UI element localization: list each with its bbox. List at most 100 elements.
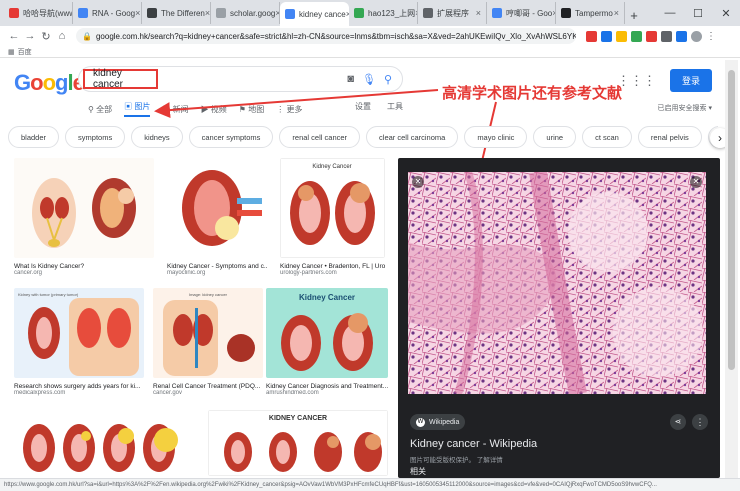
related-chip[interactable]: renal pelvis <box>637 126 702 148</box>
browser-tab[interactable]: 扩展程序 × <box>418 2 487 24</box>
related-chip[interactable]: symptoms <box>65 126 126 148</box>
settings-link[interactable]: 设置 <box>355 101 371 112</box>
tab-images[interactable]: ▣ 图片 <box>124 101 151 117</box>
camera-icon[interactable]: ◙ <box>347 73 354 85</box>
preview-source-badge[interactable]: W Wikipedia <box>410 414 466 430</box>
menu-icon[interactable]: ⋮ <box>706 31 716 42</box>
search-icon[interactable]: ⚲ <box>384 73 392 86</box>
back-icon[interactable]: ← <box>6 30 22 42</box>
related-chip[interactable]: bladder <box>8 126 60 148</box>
apps-icon[interactable]: ⋮⋮⋮ <box>617 73 656 89</box>
thumbnail-title: Kidney Cancer <box>312 164 351 170</box>
preview-image[interactable] <box>408 172 706 394</box>
browser-tab[interactable]: Tampermo × <box>556 2 625 24</box>
related-chip[interactable]: clear cell carcinoma <box>366 126 459 148</box>
page-scrollbar[interactable] <box>725 60 738 478</box>
result-item[interactable]: KIDNEY CANCER <box>207 409 389 479</box>
result-source: amrushindmed.com <box>266 390 319 396</box>
result-item[interactable]: Kidney with tumor (primary tumor) Resear… <box>14 288 144 396</box>
related-chip[interactable]: renal cell cancer <box>279 126 361 148</box>
google-logo[interactable]: Google <box>14 70 85 96</box>
preview-close-icon[interactable]: ✕ <box>690 176 702 188</box>
result-caption[interactable]: Renal Cell Cancer Treatment (PDQ... <box>153 383 263 390</box>
maximize-icon[interactable]: ☐ <box>684 7 712 20</box>
result-thumbnail[interactable] <box>167 158 267 258</box>
browser-toolbar: ← → ↻ ⌂ 🔒 google.com.hk/search?q=kidney+… <box>0 26 740 46</box>
search-box[interactable]: kidney cancer ◙ 🎙 ⚲ <box>78 66 403 92</box>
tab-close-icon[interactable]: × <box>476 8 481 18</box>
extension-icon[interactable] <box>586 30 597 42</box>
extension-icon[interactable] <box>676 30 687 42</box>
tab-more[interactable]: ⋮ 更多 <box>276 104 302 115</box>
extension-icon[interactable] <box>601 30 612 42</box>
tab-all-label: 全部 <box>96 104 113 114</box>
result-caption[interactable]: Kidney Cancer Diagnosis and Treatment... <box>266 383 388 390</box>
result-item[interactable]: Kidney Cancer - Symptoms and c... mayocl… <box>167 158 267 276</box>
tab-news[interactable]: ▤ 新闻 <box>162 104 188 115</box>
browser-tab[interactable]: kidney cance × <box>280 2 349 26</box>
address-bar[interactable]: 🔒 google.com.hk/search?q=kidney+cancer&s… <box>76 28 576 44</box>
result-thumbnail[interactable] <box>14 158 154 258</box>
result-item[interactable]: What Is Kidney Cancer? cancer.org <box>14 158 154 276</box>
result-caption[interactable]: Kidney Cancer - Symptoms and c... <box>167 263 267 270</box>
tab-close-icon[interactable]: × <box>135 8 140 18</box>
result-thumbnail[interactable]: Kidney Cancer <box>266 288 388 378</box>
tab-all[interactable]: ⚲ 全部 <box>88 104 112 115</box>
extension-icon[interactable] <box>661 30 672 42</box>
extension-icon[interactable] <box>631 30 642 42</box>
extension-icon[interactable] <box>616 30 627 42</box>
result-caption[interactable]: Kidney Cancer • Bradenton, FL | Uro... <box>280 263 385 270</box>
safe-search-toggle[interactable]: 已启用安全搜索 ▾ <box>658 103 712 113</box>
browser-tab[interactable]: scholar.goog× <box>211 2 280 24</box>
tab-favicon-icon <box>354 8 364 18</box>
profile-avatar[interactable] <box>691 30 702 42</box>
result-item[interactable]: Image: kidney cancer Renal Cell Cancer T… <box>153 288 263 396</box>
minimize-icon[interactable]: — <box>656 7 684 19</box>
forward-icon[interactable]: → <box>22 30 38 42</box>
tab-video[interactable]: ▶ 视频 <box>201 104 227 115</box>
tab-favicon-icon <box>9 8 19 18</box>
result-item[interactable]: Kidney Cancer Kidney Cancer Diagnosis an… <box>266 288 388 396</box>
result-thumbnail[interactable]: Kidney with tumor (primary tumor) <box>14 288 144 378</box>
login-button[interactable]: 登录 <box>669 69 712 92</box>
preview-title[interactable]: Kidney cancer - Wikipedia <box>410 438 537 450</box>
browser-tab[interactable]: 哼唧哥 - Goo× <box>487 2 556 24</box>
address-text: google.com.hk/search?q=kidney+cancer&saf… <box>95 31 576 41</box>
result-item[interactable] <box>14 410 194 479</box>
result-item[interactable]: Kidney Cancer Kidney Cancer • Bradenton,… <box>279 157 386 276</box>
new-tab-button[interactable]: + <box>625 4 643 26</box>
search-nav-tabs: ⚲ 全部 ▣ 图片 ▤ 新闻 ▶ 视频 ⚑ 地图 ⋮ 更多 <box>88 101 302 117</box>
tools-link[interactable]: 工具 <box>387 101 403 112</box>
tab-close-icon[interactable]: × <box>614 8 619 18</box>
bookmark-baidu[interactable]: 百度 <box>18 47 32 57</box>
related-chip[interactable]: cancer symptoms <box>188 126 274 148</box>
preview-more-icon[interactable]: ⋮ <box>692 414 708 430</box>
result-caption[interactable]: What Is Kidney Cancer? <box>14 263 154 270</box>
extension-icon[interactable] <box>646 30 657 42</box>
search-input[interactable]: kidney cancer <box>83 68 158 90</box>
preview-share-icon[interactable]: ⋖ <box>670 414 686 430</box>
browser-tab[interactable]: 哈哈导航(www× <box>4 2 73 24</box>
result-thumbnail[interactable] <box>14 410 194 476</box>
preview-close-left-icon[interactable]: ✕ <box>412 176 424 188</box>
close-icon[interactable]: ✕ <box>712 7 740 20</box>
browser-tab[interactable]: hao123_上网× <box>349 2 418 24</box>
home-icon[interactable]: ⌂ <box>54 30 70 42</box>
browser-tab[interactable]: The Differen × <box>142 2 211 24</box>
related-chip[interactable]: ct scan <box>582 126 632 148</box>
browser-tab[interactable]: RNA - Goog × <box>73 2 142 24</box>
result-caption[interactable]: Research shows surgery adds years for ki… <box>14 383 144 390</box>
result-thumbnail[interactable]: Image: kidney cancer <box>153 288 263 378</box>
tab-label: kidney cance <box>299 9 346 19</box>
result-thumbnail[interactable]: KIDNEY CANCER <box>207 409 389 477</box>
mic-icon[interactable]: 🎙 <box>362 73 376 86</box>
tab-strip: 哈哈导航(www×RNA - Goog×The Differen×scholar… <box>4 2 625 26</box>
tab-close-icon[interactable]: × <box>205 8 210 18</box>
result-thumbnail[interactable]: Kidney Cancer <box>279 157 386 259</box>
related-chip[interactable]: kidneys <box>131 126 183 148</box>
reload-icon[interactable]: ↻ <box>38 30 54 43</box>
related-chip[interactable]: urine <box>533 126 577 148</box>
scrollbar-thumb[interactable] <box>728 70 735 370</box>
related-chip[interactable]: mayo clinic <box>464 126 528 148</box>
tab-maps[interactable]: ⚑ 地图 <box>239 104 264 115</box>
